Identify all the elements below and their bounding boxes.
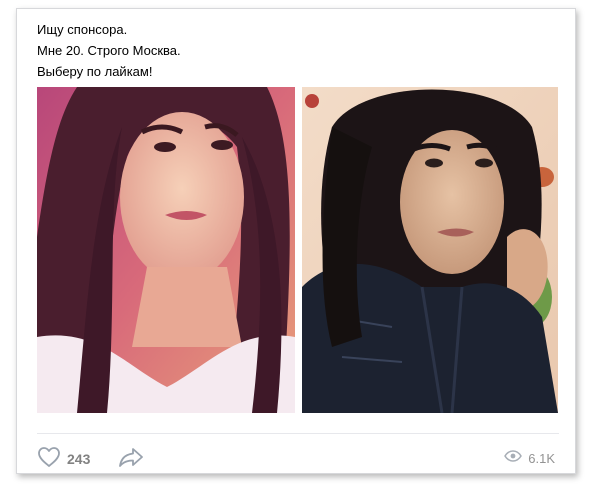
post-text-line: Выберу по лайкам! <box>37 64 153 79</box>
photo-1-image <box>37 87 295 413</box>
post-photo-1[interactable] <box>37 87 295 413</box>
post-actions: 243 <box>37 446 144 472</box>
views-counter: 6.1K <box>504 449 555 467</box>
post-text-line: Ищу спонсора. <box>37 22 128 37</box>
actions-divider <box>37 433 559 434</box>
eye-icon <box>504 449 523 467</box>
views-count: 6.1K <box>528 450 555 466</box>
heart-icon <box>37 446 61 473</box>
post-text: Ищу спонсора. Мне 20. Строго Москва. Выб… <box>37 19 181 82</box>
like-button[interactable]: 243 <box>37 446 90 473</box>
post-photo-2[interactable] <box>302 87 558 413</box>
share-button[interactable] <box>118 446 144 473</box>
post-text-line: Мне 20. Строго Москва. <box>37 43 181 58</box>
post-card: Ищу спонсора. Мне 20. Строго Москва. Выб… <box>16 8 576 474</box>
share-arrow-icon <box>118 446 144 473</box>
photo-2-image <box>302 87 558 413</box>
like-count: 243 <box>67 451 91 467</box>
